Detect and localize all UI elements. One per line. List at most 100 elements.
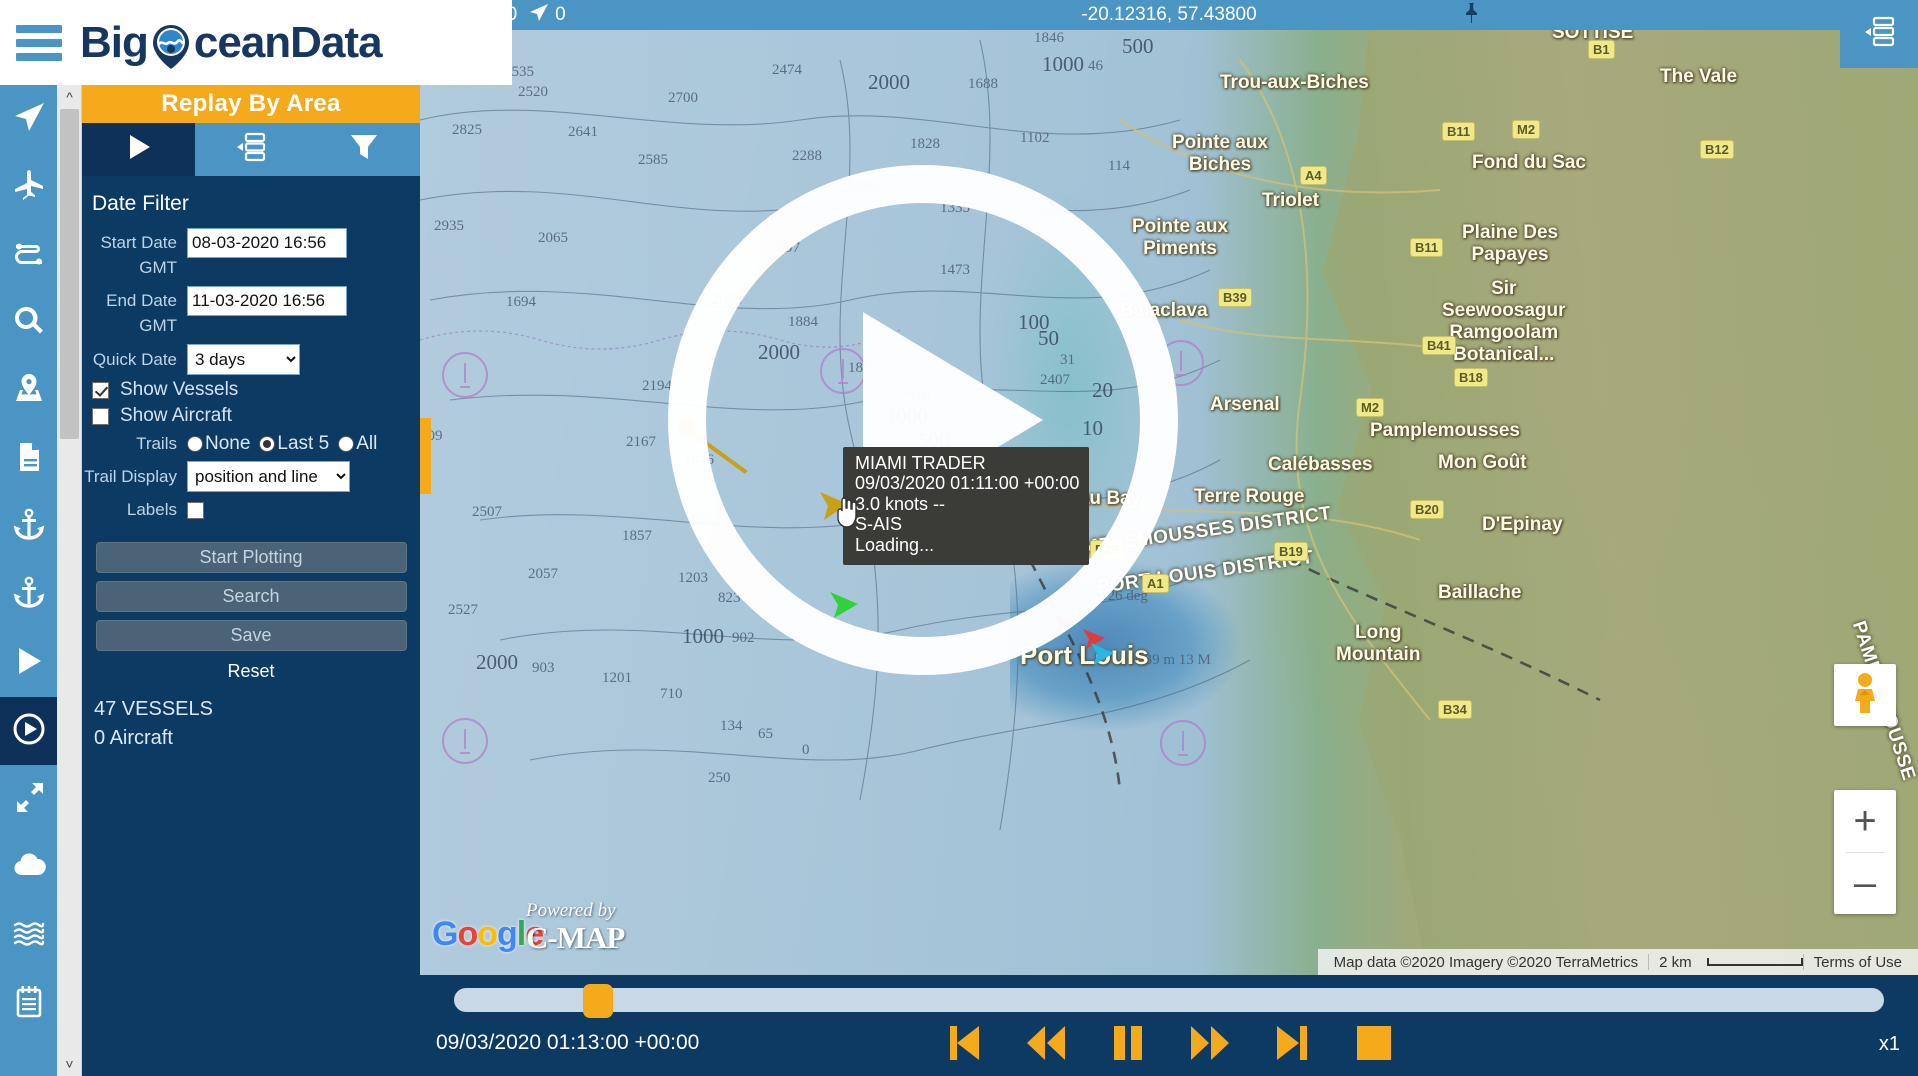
vessel-marker-cyan[interactable] xyxy=(1088,640,1118,668)
zoom-out-button[interactable]: – xyxy=(1834,853,1896,915)
scrollbar-thumb[interactable] xyxy=(60,109,79,439)
pause-button[interactable] xyxy=(1105,1023,1151,1065)
timeline-slider[interactable] xyxy=(454,984,1884,1018)
aircraft-icon xyxy=(12,168,46,207)
play-icon xyxy=(12,644,46,683)
map-data-attribution: Map data ©2020 Imagery ©2020 TerraMetric… xyxy=(1333,953,1639,971)
map-zoom-controls: + – xyxy=(1834,790,1896,914)
trails-option-all[interactable]: All xyxy=(338,433,385,455)
end-date-input[interactable] xyxy=(187,286,347,316)
map-canvas[interactable]: 3000253525202474200016881000465001846270… xyxy=(420,0,1918,975)
tooltip-vessel-name: MIAMI TRADER xyxy=(855,453,986,473)
scroll-down-arrow[interactable]: ˅ xyxy=(57,1054,82,1074)
save-button[interactable]: Save xyxy=(95,620,407,651)
trails-radio-all[interactable] xyxy=(338,436,355,452)
cmap-logo: Powered by C-MAP xyxy=(526,901,625,956)
panel-collapse-handle[interactable] xyxy=(420,418,431,494)
rewind-button[interactable] xyxy=(1023,1023,1069,1065)
map-layers-button[interactable] xyxy=(1840,0,1918,68)
trail-display-row: Trail Display position and line xyxy=(82,461,420,492)
buoy-marker xyxy=(442,718,488,764)
skip-next-button[interactable] xyxy=(1269,1023,1315,1065)
rail-item-ports[interactable] xyxy=(0,493,57,561)
tab-layers[interactable] xyxy=(195,123,308,176)
street-view-pegman-button[interactable] xyxy=(1834,664,1896,726)
stop-button[interactable] xyxy=(1351,1023,1397,1065)
rail-item-aircraft[interactable] xyxy=(0,153,57,221)
brand-logo[interactable]: Big ceanData xyxy=(80,18,383,69)
rail-item-tides[interactable] xyxy=(0,901,57,969)
menu-toggle-button[interactable] xyxy=(16,24,62,61)
tab-replay[interactable] xyxy=(82,123,195,176)
trails-label-all: All xyxy=(356,433,378,454)
show-vessels-label: Show Vessels xyxy=(120,379,239,400)
rail-item-notes[interactable] xyxy=(0,969,57,1037)
search-button[interactable]: Search xyxy=(95,581,407,612)
tooltip-timestamp: 09/03/2020 01:11:00 +00:00 xyxy=(855,473,1080,494)
trails-option-last5[interactable]: Last 5 xyxy=(259,433,337,455)
road-badge: B34 xyxy=(1438,700,1472,719)
timeline-slider-thumb[interactable] xyxy=(582,984,613,1018)
rail-item-replay-by-area[interactable] xyxy=(0,697,57,765)
trails-radio-last5[interactable] xyxy=(259,436,276,452)
map-status-bar: 0 0 0 -20.12316, 57.43800 xyxy=(420,0,1918,30)
rail-item-anchorages[interactable] xyxy=(0,561,57,629)
tab-filter[interactable] xyxy=(307,123,420,176)
playback-bar: 09/03/2020 01:13:00 +00:00 x1 xyxy=(420,975,1918,1076)
road-badge: A4 xyxy=(1300,166,1327,185)
cmap-name: C-MAP xyxy=(526,920,625,955)
left-icon-rail xyxy=(0,85,57,1076)
trails-label: Trails xyxy=(136,434,177,453)
rail-item-fullscreen[interactable] xyxy=(0,765,57,833)
rewind-icon xyxy=(1025,1024,1067,1065)
scroll-up-arrow[interactable]: ^ xyxy=(57,87,82,107)
anchor-alt-icon xyxy=(12,576,46,615)
zoom-in-button[interactable]: + xyxy=(1834,790,1896,852)
trails-radio-none[interactable] xyxy=(187,436,203,452)
quick-date-label: Quick Date xyxy=(92,349,177,369)
pin-icon xyxy=(1463,2,1480,29)
play-icon xyxy=(121,132,155,167)
sidebar-scrollbar[interactable]: ^ ˅ xyxy=(57,85,82,1076)
trails-label-last5: Last 5 xyxy=(277,433,330,454)
labels-checkbox[interactable] xyxy=(187,501,204,519)
trails-label-none: None xyxy=(205,433,251,454)
quick-date-select[interactable]: 3 days xyxy=(187,344,300,375)
road-badge: B12 xyxy=(1700,140,1734,159)
show-aircraft-row[interactable]: Show Aircraft xyxy=(92,405,420,427)
show-aircraft-checkbox[interactable] xyxy=(92,407,109,425)
replay-form: Date Filter Start Date GMT End Date GMT … xyxy=(82,176,420,750)
rail-item-routes[interactable] xyxy=(0,221,57,289)
start-date-label: Start Date xyxy=(100,233,177,252)
document-icon xyxy=(12,440,46,479)
start-date-input[interactable] xyxy=(187,228,347,258)
counter-arrow[interactable]: 0 xyxy=(529,2,566,28)
rail-item-weather[interactable] xyxy=(0,833,57,901)
pin-button[interactable] xyxy=(1454,0,1488,30)
replay-play-overlay-button[interactable] xyxy=(668,165,1178,675)
rail-item-areas[interactable] xyxy=(0,357,57,425)
skip-next-icon xyxy=(1275,1024,1309,1065)
rail-item-replay[interactable] xyxy=(0,629,57,697)
sidebar-panel: ^ ˅ Replay By Area Date Filter Start Dat… xyxy=(57,85,420,1076)
buoy-marker xyxy=(442,352,488,398)
reset-link[interactable]: Reset xyxy=(82,661,420,682)
rail-item-reports[interactable] xyxy=(0,425,57,493)
map-scale-label: 2 km xyxy=(1659,953,1692,971)
show-vessels-row[interactable]: Show Vessels xyxy=(92,379,420,401)
terms-of-use-link[interactable]: Terms of Use xyxy=(1804,954,1912,971)
end-date-label: End Date xyxy=(106,291,177,310)
show-vessels-checkbox[interactable] xyxy=(92,381,109,399)
fast-forward-button[interactable] xyxy=(1187,1023,1233,1065)
trail-display-label: Trail Display xyxy=(84,466,177,486)
layers-icon xyxy=(234,132,268,167)
start-date-gmt-label: GMT xyxy=(139,258,177,277)
map-container[interactable]: 3000253525202474200016881000465001846270… xyxy=(420,0,1918,1076)
trails-option-none[interactable]: None xyxy=(187,433,258,455)
road-badge: B20 xyxy=(1410,500,1444,519)
rail-item-search[interactable] xyxy=(0,289,57,357)
skip-previous-button[interactable] xyxy=(941,1023,987,1065)
start-plotting-button[interactable]: Start Plotting xyxy=(95,542,407,573)
rail-item-vessels[interactable] xyxy=(0,85,57,153)
trail-display-select[interactable]: position and line xyxy=(187,461,350,492)
